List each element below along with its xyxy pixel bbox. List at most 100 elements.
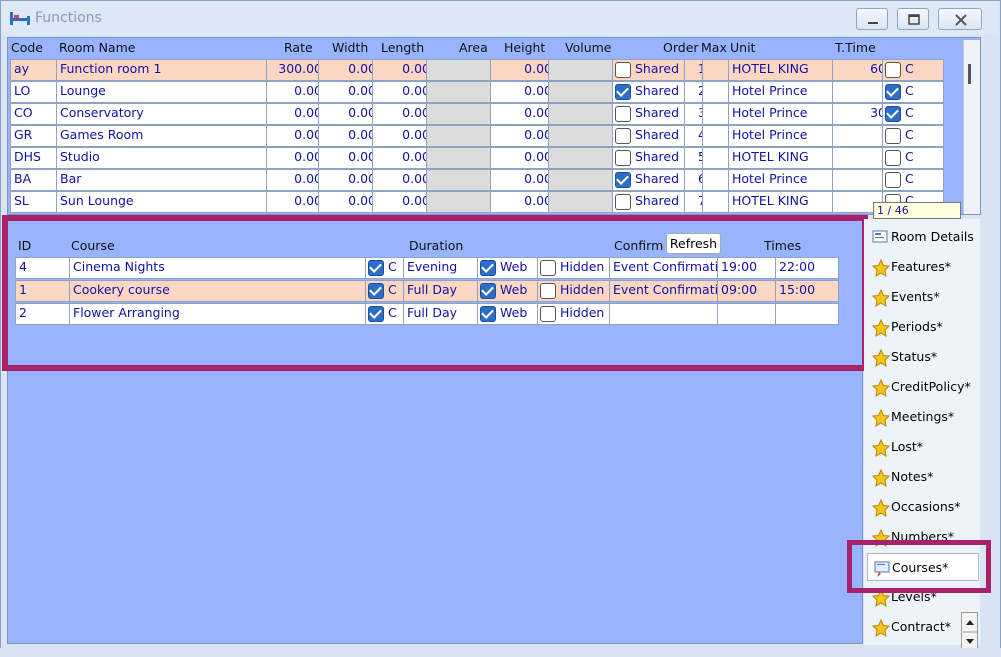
side-item-events[interactable]: Events*	[867, 283, 979, 311]
cell-volume	[548, 125, 620, 147]
table-row[interactable]: LO Lounge 0.00 0.00 0.00 0.00 Shared 2 H…	[10, 80, 962, 103]
cell-width[interactable]: 0.00	[318, 147, 380, 169]
side-item-occasions[interactable]: Occasions*	[867, 493, 979, 521]
checkbox-icon	[885, 128, 901, 144]
cell-rate[interactable]: 0.00	[266, 147, 326, 169]
c-checkbox[interactable]: C	[882, 147, 944, 169]
side-item-label: Periods*	[891, 319, 943, 334]
cell-room-name[interactable]: Lounge	[56, 81, 274, 103]
side-item-label: Notes*	[891, 469, 934, 484]
cell-unit[interactable]: Hotel Prince	[728, 81, 840, 103]
cell-room-name[interactable]: Bar	[56, 169, 274, 191]
cell-rate[interactable]: 0.00	[266, 81, 326, 103]
c-checkbox[interactable]: C	[882, 103, 944, 125]
cell-rate[interactable]: 0.00	[266, 191, 326, 213]
cell-width[interactable]: 0.00	[318, 81, 380, 103]
col-header-rate: Rate	[284, 40, 313, 55]
checkbox-icon	[615, 128, 631, 144]
cell-length[interactable]: 0.00	[372, 103, 434, 125]
cell-unit[interactable]: HOTEL KING	[728, 191, 840, 213]
star-icon	[872, 319, 890, 337]
minimize-button[interactable]	[856, 8, 888, 30]
cell-width[interactable]: 0.00	[318, 169, 380, 191]
col-header-area: Area	[459, 40, 488, 55]
close-button[interactable]	[938, 8, 982, 30]
maximize-icon	[908, 14, 920, 25]
cell-length[interactable]: 0.00	[372, 59, 434, 81]
cell-height[interactable]: 0.00	[490, 59, 556, 81]
side-item-label: Room Details	[891, 229, 974, 244]
shared-label: Shared	[635, 105, 680, 120]
table-row[interactable]: ay Function room 1 300.00 0.00 0.00 0.00…	[10, 58, 962, 81]
side-item-status[interactable]: Status*	[867, 343, 979, 371]
table-row[interactable]: CO Conservatory 0.00 0.00 0.00 0.00 Shar…	[10, 102, 962, 125]
side-item-label: Lost*	[891, 439, 924, 454]
side-item-periods[interactable]: Periods*	[867, 313, 979, 341]
cell-unit[interactable]: Hotel Prince	[728, 125, 840, 147]
cell-unit[interactable]: HOTEL KING	[728, 147, 840, 169]
cell-height[interactable]: 0.00	[490, 81, 556, 103]
cell-rate[interactable]: 0.00	[266, 103, 326, 125]
side-item-features[interactable]: Features*	[867, 253, 979, 281]
checkbox-icon	[615, 194, 631, 210]
table-row[interactable]: DHS Studio 0.00 0.00 0.00 0.00 Shared 5 …	[10, 146, 962, 169]
cell-width[interactable]: 0.00	[318, 59, 380, 81]
side-panel-scrollbar[interactable]	[961, 612, 978, 650]
side-item-room-details[interactable]: Room Details	[867, 223, 979, 251]
cell-rate[interactable]: 300.00	[266, 59, 326, 81]
cell-width[interactable]: 0.00	[318, 191, 380, 213]
cell-length[interactable]: 0.00	[372, 81, 434, 103]
cell-room-name[interactable]: Studio	[56, 147, 274, 169]
checkbox-icon	[885, 62, 901, 78]
cell-width[interactable]: 0.00	[318, 103, 380, 125]
c-label: C	[905, 105, 914, 120]
cell-length[interactable]: 0.00	[372, 125, 434, 147]
cell-height[interactable]: 0.00	[490, 147, 556, 169]
cell-area	[426, 169, 498, 191]
cell-height[interactable]: 0.00	[490, 103, 556, 125]
table-row[interactable]: GR Games Room 0.00 0.00 0.00 0.00 Shared…	[10, 124, 962, 147]
side-item-lost[interactable]: Lost*	[867, 433, 979, 461]
cell-unit[interactable]: Hotel Prince	[728, 169, 840, 191]
c-checkbox[interactable]: C	[882, 125, 944, 147]
cell-rate[interactable]: 0.00	[266, 125, 326, 147]
checkbox-icon	[885, 172, 901, 188]
checkbox-icon	[615, 172, 631, 188]
maximize-button[interactable]	[897, 8, 929, 30]
cell-room-name[interactable]: Conservatory	[56, 103, 274, 125]
side-item-meetings[interactable]: Meetings*	[867, 403, 979, 431]
col-header-room-name: Room Name	[59, 40, 136, 55]
cell-width[interactable]: 0.00	[318, 125, 380, 147]
cell-unit[interactable]: Hotel Prince	[728, 103, 840, 125]
side-item-notes[interactable]: Notes*	[867, 463, 979, 491]
c-checkbox[interactable]: C	[882, 169, 944, 191]
col-header-length: Length	[381, 40, 425, 55]
scrollbar-thumb[interactable]	[968, 64, 971, 84]
table-row[interactable]: BA Bar 0.00 0.00 0.00 0.00 Shared 6 Hote…	[10, 168, 962, 191]
courses-button-highlight	[847, 540, 991, 593]
cell-length[interactable]: 0.00	[372, 169, 434, 191]
cell-height[interactable]: 0.00	[490, 191, 556, 213]
c-checkbox[interactable]: C	[882, 59, 944, 81]
checkbox-icon	[615, 84, 631, 100]
shared-label: Shared	[635, 149, 680, 164]
c-checkbox[interactable]: C	[882, 81, 944, 103]
cell-room-name[interactable]: Function room 1	[56, 59, 274, 81]
side-item-creditpolicy[interactable]: CreditPolicy*	[867, 373, 979, 401]
cell-height[interactable]: 0.00	[490, 125, 556, 147]
table-row[interactable]: SL Sun Lounge 0.00 0.00 0.00 0.00 Shared…	[10, 190, 962, 213]
cell-height[interactable]: 0.00	[490, 169, 556, 191]
cell-room-name[interactable]: Sun Lounge	[56, 191, 274, 213]
record-counter: 1 / 46	[873, 202, 961, 219]
col-header-height: Height	[504, 40, 546, 55]
side-item-label: Contract*	[891, 619, 952, 634]
cell-volume	[548, 59, 620, 81]
checkbox-icon	[885, 150, 901, 166]
cell-volume	[548, 169, 620, 191]
cell-unit[interactable]: HOTEL KING	[728, 59, 840, 81]
cell-length[interactable]: 0.00	[372, 191, 434, 213]
vertical-scrollbar[interactable]	[963, 40, 980, 214]
cell-rate[interactable]: 0.00	[266, 169, 326, 191]
cell-room-name[interactable]: Games Room	[56, 125, 274, 147]
cell-length[interactable]: 0.00	[372, 147, 434, 169]
